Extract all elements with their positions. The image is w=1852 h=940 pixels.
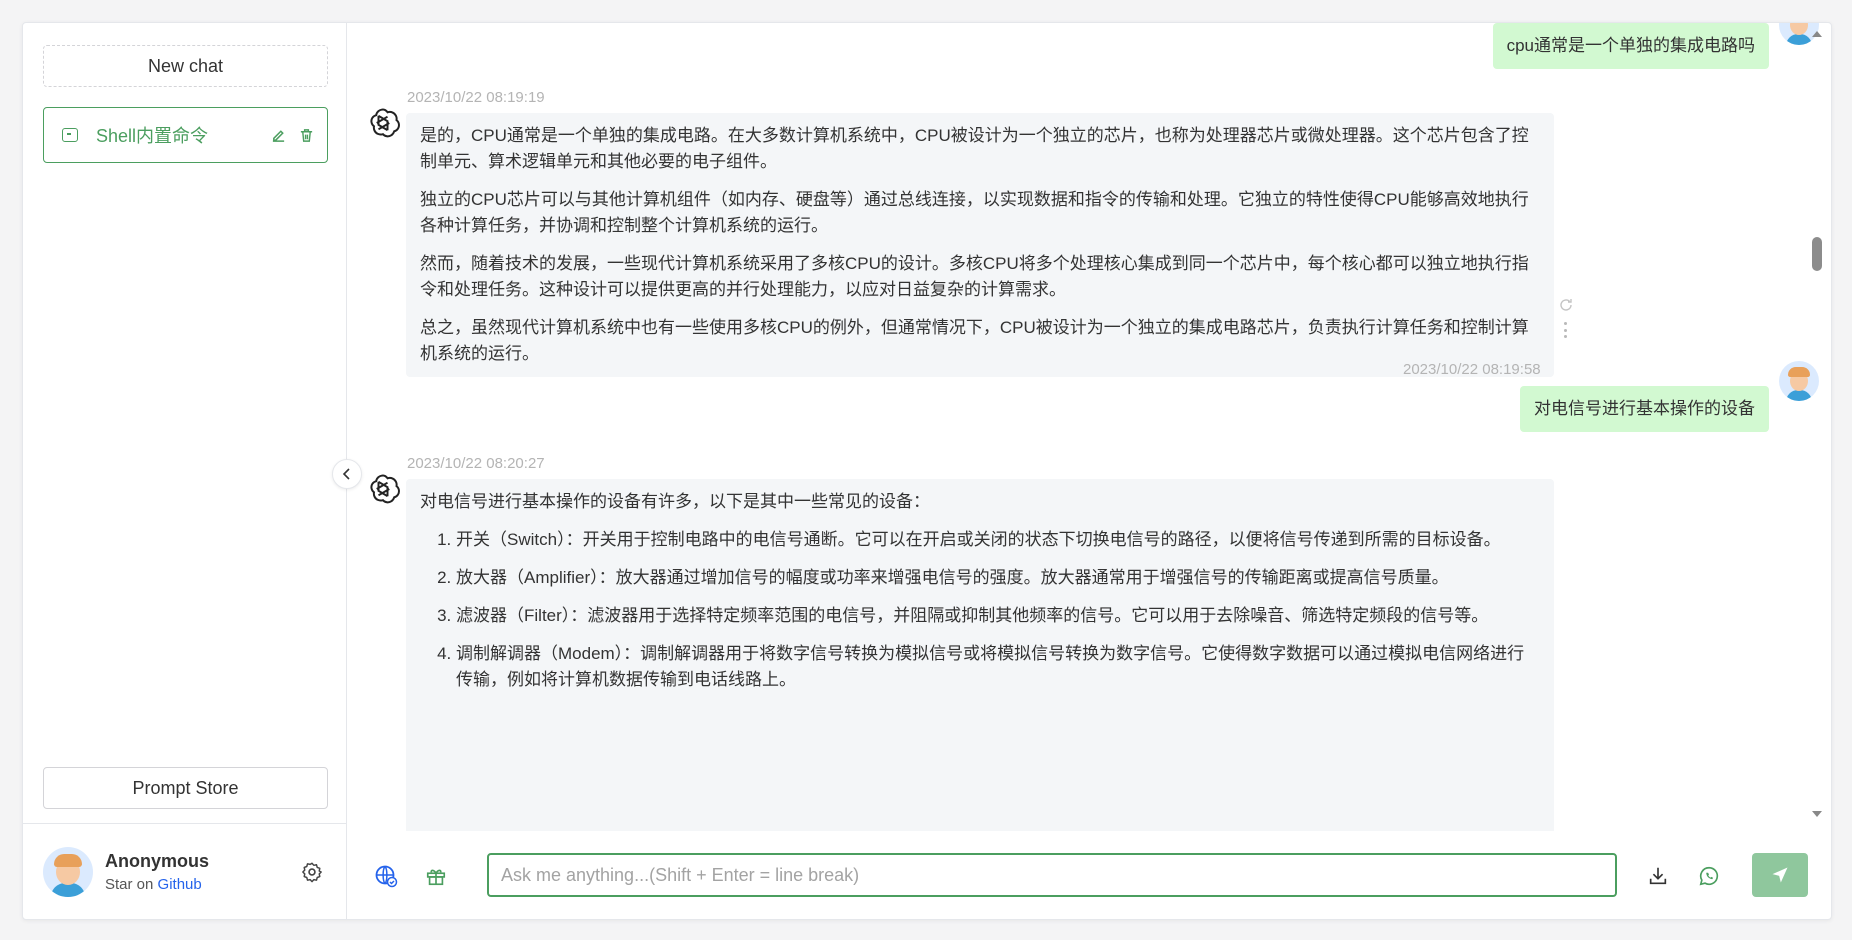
user-message: 对电信号进行基本操作的设备 xyxy=(1520,386,1769,432)
globe-icon xyxy=(375,865,398,888)
plugin-button[interactable] xyxy=(421,861,451,891)
chat-input[interactable] xyxy=(487,853,1617,897)
github-link[interactable]: Github xyxy=(158,876,202,893)
chat-main: cpu通常是一个单独的集成电路吗 2023/10/22 08:19:19 是的，… xyxy=(347,23,1831,919)
assistant-paragraph: 是的，CPU通常是一个单独的集成电路。在大多数计算机系统中，CPU被设计为一个独… xyxy=(420,126,1529,171)
app-window: New chat Shell内置命令 Prompt Store Anonymou… xyxy=(22,22,1832,920)
download-button[interactable] xyxy=(1643,861,1673,891)
openai-logo-icon xyxy=(370,474,400,504)
send-button[interactable] xyxy=(1752,853,1808,897)
message-timestamp: 2023/10/22 08:20:27 xyxy=(407,455,545,472)
scroll-down-arrow-icon[interactable] xyxy=(1812,811,1822,817)
history-item-shell[interactable]: Shell内置命令 xyxy=(43,107,328,163)
chat-bubble-icon xyxy=(62,128,78,142)
user-subtitle: Star on Github xyxy=(105,876,298,893)
assistant-paragraph: 独立的CPU芯片可以与其他计算机组件（如内存、硬盘等）通过总线连接，以实现数据和… xyxy=(420,190,1529,235)
download-icon xyxy=(1649,867,1667,885)
assistant-message: 对电信号进行基本操作的设备有许多，以下是其中一些常见的设备： 开关（Switch… xyxy=(406,479,1554,831)
history-item-title: Shell内置命令 xyxy=(96,126,209,146)
collapse-sidebar-button[interactable] xyxy=(332,459,362,489)
scroll-thumb[interactable] xyxy=(1812,237,1822,271)
regenerate-icon[interactable] xyxy=(1558,297,1574,313)
chevron-left-icon xyxy=(342,468,350,480)
user-message-text: cpu通常是一个单独的集成电路吗 xyxy=(1506,36,1755,55)
prompt-store-button[interactable]: Prompt Store xyxy=(43,767,328,809)
whatsapp-button[interactable] xyxy=(1694,861,1724,891)
list-item: 开关（Switch）：开关用于控制电路中的电信号通断。它可以在开启或关闭的状态下… xyxy=(456,527,1540,553)
assistant-paragraph: 总之，虽然现代计算机系统中也有一些使用多核CPU的例外，但通常情况下，CPU被设… xyxy=(420,318,1529,363)
message-timestamp: 2023/10/22 08:19:19 xyxy=(407,89,545,106)
edit-icon[interactable] xyxy=(269,126,287,144)
delete-icon[interactable] xyxy=(297,126,315,144)
input-bar xyxy=(347,831,1831,919)
send-icon xyxy=(1772,867,1788,883)
chat-circle-icon xyxy=(1699,866,1719,886)
gift-icon xyxy=(426,869,446,886)
user-panel: Anonymous Star on Github xyxy=(23,823,346,919)
message-timestamp: 2023/10/22 08:19:58 xyxy=(1403,361,1541,378)
user-message: cpu通常是一个单独的集成电路吗 xyxy=(1492,23,1769,69)
web-search-button[interactable] xyxy=(371,861,401,891)
assistant-message: 是的，CPU通常是一个单独的集成电路。在大多数计算机系统中，CPU被设计为一个独… xyxy=(406,113,1554,377)
user-subtitle-prefix: Star on xyxy=(105,875,158,893)
openai-logo-icon xyxy=(370,108,400,138)
message-menu-icon[interactable] xyxy=(1562,322,1568,338)
new-chat-button[interactable]: New chat xyxy=(43,45,328,87)
assistant-paragraph: 然而，随着技术的发展，一些现代计算机系统采用了多核CPU的设计。多核CPU将多个… xyxy=(420,254,1529,299)
prompt-store-label: Prompt Store xyxy=(132,777,239,798)
settings-button[interactable] xyxy=(298,858,326,886)
assistant-list: 开关（Switch）：开关用于控制电路中的电信号通断。它可以在开启或关闭的状态下… xyxy=(420,527,1540,693)
gear-icon xyxy=(302,862,322,882)
list-item: 放大器（Amplifier）：放大器通过增加信号的幅度或功率来增强电信号的强度。… xyxy=(456,565,1540,591)
user-message-text: 对电信号进行基本操作的设备 xyxy=(1534,399,1755,418)
list-item: 滤波器（Filter）：滤波器用于选择特定频率范围的电信号，并阻隔或抑制其他频率… xyxy=(456,603,1540,629)
assistant-paragraph: 对电信号进行基本操作的设备有许多，以下是其中一些常见的设备： xyxy=(420,492,930,511)
avatar xyxy=(43,846,93,897)
new-chat-label: New chat xyxy=(147,55,224,76)
scrollbar[interactable] xyxy=(1805,23,1831,831)
list-item: 调制解调器（Modem）：调制解调器用于将数字信号转换为模拟信号或将模拟信号转换… xyxy=(456,641,1540,693)
scroll-up-arrow-icon[interactable] xyxy=(1812,31,1822,37)
user-info: Anonymous Star on Github xyxy=(105,851,298,893)
user-name: Anonymous xyxy=(105,850,210,871)
sidebar: New chat Shell内置命令 Prompt Store Anonymou… xyxy=(23,23,347,919)
message-list: cpu通常是一个单独的集成电路吗 2023/10/22 08:19:19 是的，… xyxy=(347,23,1831,831)
